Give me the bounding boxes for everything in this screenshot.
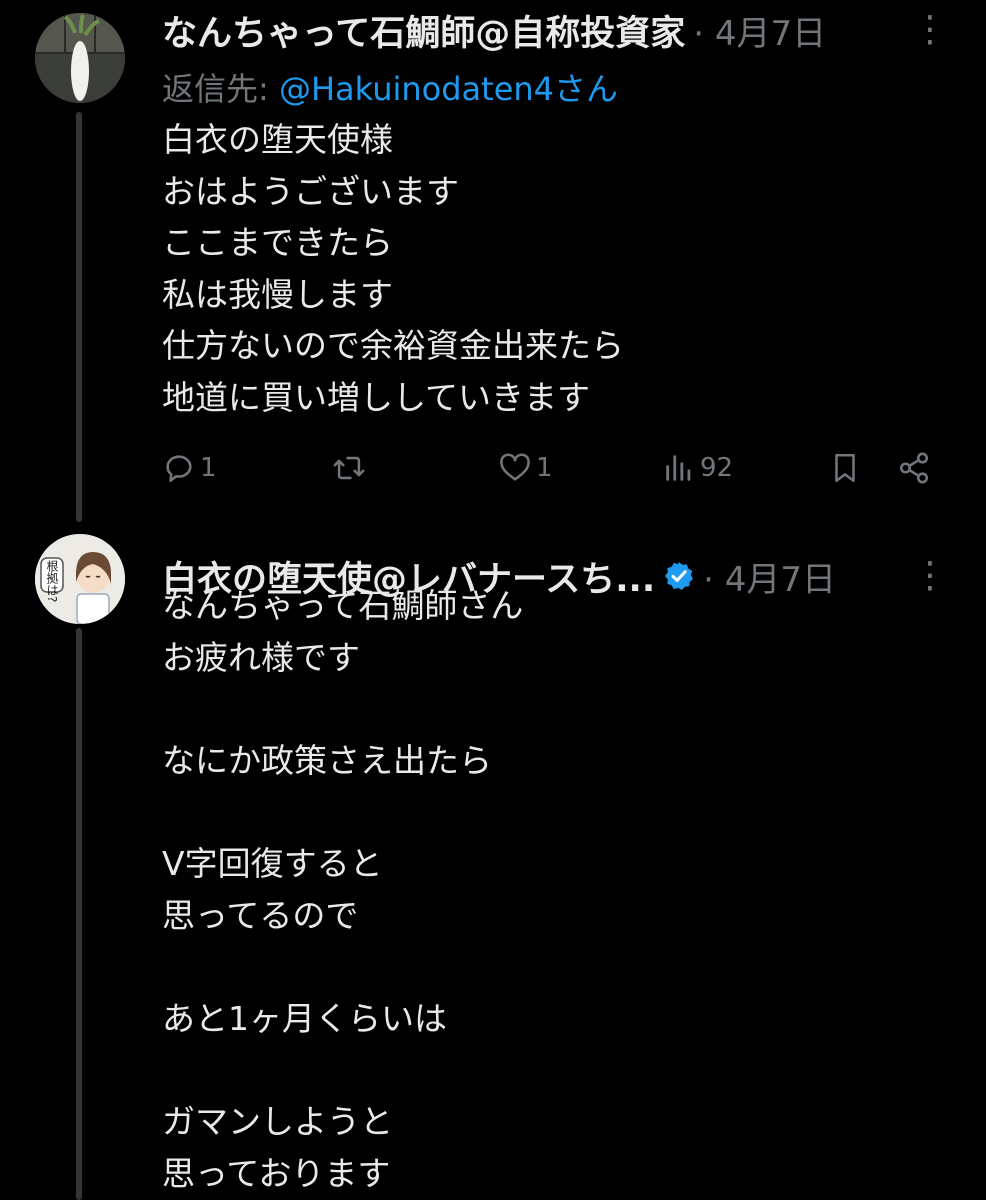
reply-to-handle[interactable]: @Hakuinodaten4さん xyxy=(279,70,618,108)
views-button[interactable]: 92 xyxy=(662,443,733,493)
like-icon xyxy=(500,453,530,481)
share-icon xyxy=(899,452,929,484)
thread-line xyxy=(76,112,82,522)
tweet[interactable]: 根拠は? 白衣の堕天使@レバナースち... · 4月7日 ⋮ なんちゃって石鯛師… xyxy=(0,520,986,1200)
like-button[interactable]: 1 xyxy=(498,443,553,493)
avatar-image xyxy=(35,13,125,103)
avatar[interactable] xyxy=(35,13,125,103)
share-button[interactable] xyxy=(897,443,931,493)
retweet-button[interactable] xyxy=(332,443,370,493)
like-count: 1 xyxy=(536,453,553,483)
bookmark-icon xyxy=(835,453,855,483)
author-name[interactable]: なんちゃって石鯛師@自称投資家 xyxy=(162,5,685,56)
avatar[interactable]: 根拠は? xyxy=(35,534,125,624)
tweet-date[interactable]: · 4月7日 xyxy=(693,6,826,55)
avatar-caption: 根拠は? xyxy=(45,560,59,603)
reply-button[interactable]: 1 xyxy=(162,443,217,493)
thread-line xyxy=(76,628,82,1200)
reply-to-label: 返信先: xyxy=(162,70,279,108)
reply-count: 1 xyxy=(200,453,217,483)
tweet-actions: 1 1 92 xyxy=(162,443,946,493)
tweet-text: なんちゃって石鯛師さん お疲れ様です なにか政策さえ出たら V字回復すると 思っ… xyxy=(162,586,524,1193)
bookmark-button[interactable] xyxy=(828,443,862,493)
more-icon[interactable]: ⋮ xyxy=(912,10,948,50)
views-count: 92 xyxy=(700,453,734,483)
views-icon xyxy=(666,455,691,481)
tweet-header: なんちゃって石鯛師@自称投資家 · 4月7日 ⋮ xyxy=(162,10,986,54)
reply-icon xyxy=(166,455,192,483)
tweet[interactable]: なんちゃって石鯛師@自称投資家 · 4月7日 ⋮ 返信先: @Hakuinoda… xyxy=(0,0,986,522)
retweet-icon xyxy=(333,456,365,480)
reply-to: 返信先: @Hakuinodaten4さん xyxy=(162,64,618,110)
tweet-text: 白衣の堕天使様 おはようございます ここまできたら 私は我慢します 仕方ないので… xyxy=(162,120,624,417)
